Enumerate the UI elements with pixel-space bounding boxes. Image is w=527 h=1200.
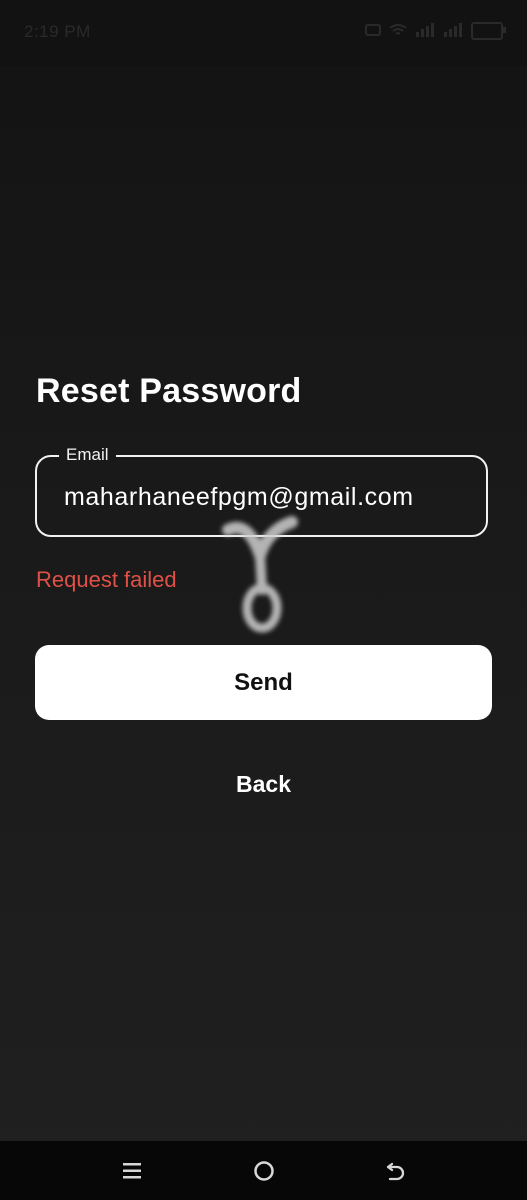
error-message: Request failed: [36, 567, 177, 592]
menu-icon[interactable]: [116, 1155, 148, 1187]
email-label: Email: [59, 445, 116, 465]
signal-icon-2: [443, 22, 463, 40]
status-time: 2:19 PM: [24, 22, 91, 41]
page-title: Reset Password: [36, 372, 302, 410]
send-button[interactable]: Send: [35, 645, 492, 720]
status-icons: [365, 22, 506, 40]
loading-icon: [222, 516, 298, 633]
wifi-icon: [389, 23, 407, 40]
home-icon[interactable]: [248, 1155, 280, 1187]
reset-password-screen: 2:19 PM Reset Password Email Request fai…: [0, 0, 527, 1200]
navigation-bar: [0, 1141, 527, 1200]
back-icon[interactable]: [380, 1155, 412, 1187]
status-bar: 2:19 PM: [0, 0, 527, 66]
alarm-icon: [365, 23, 381, 40]
battery-icon: [471, 22, 506, 40]
back-button[interactable]: Back: [213, 762, 314, 806]
signal-icon: [415, 22, 435, 40]
